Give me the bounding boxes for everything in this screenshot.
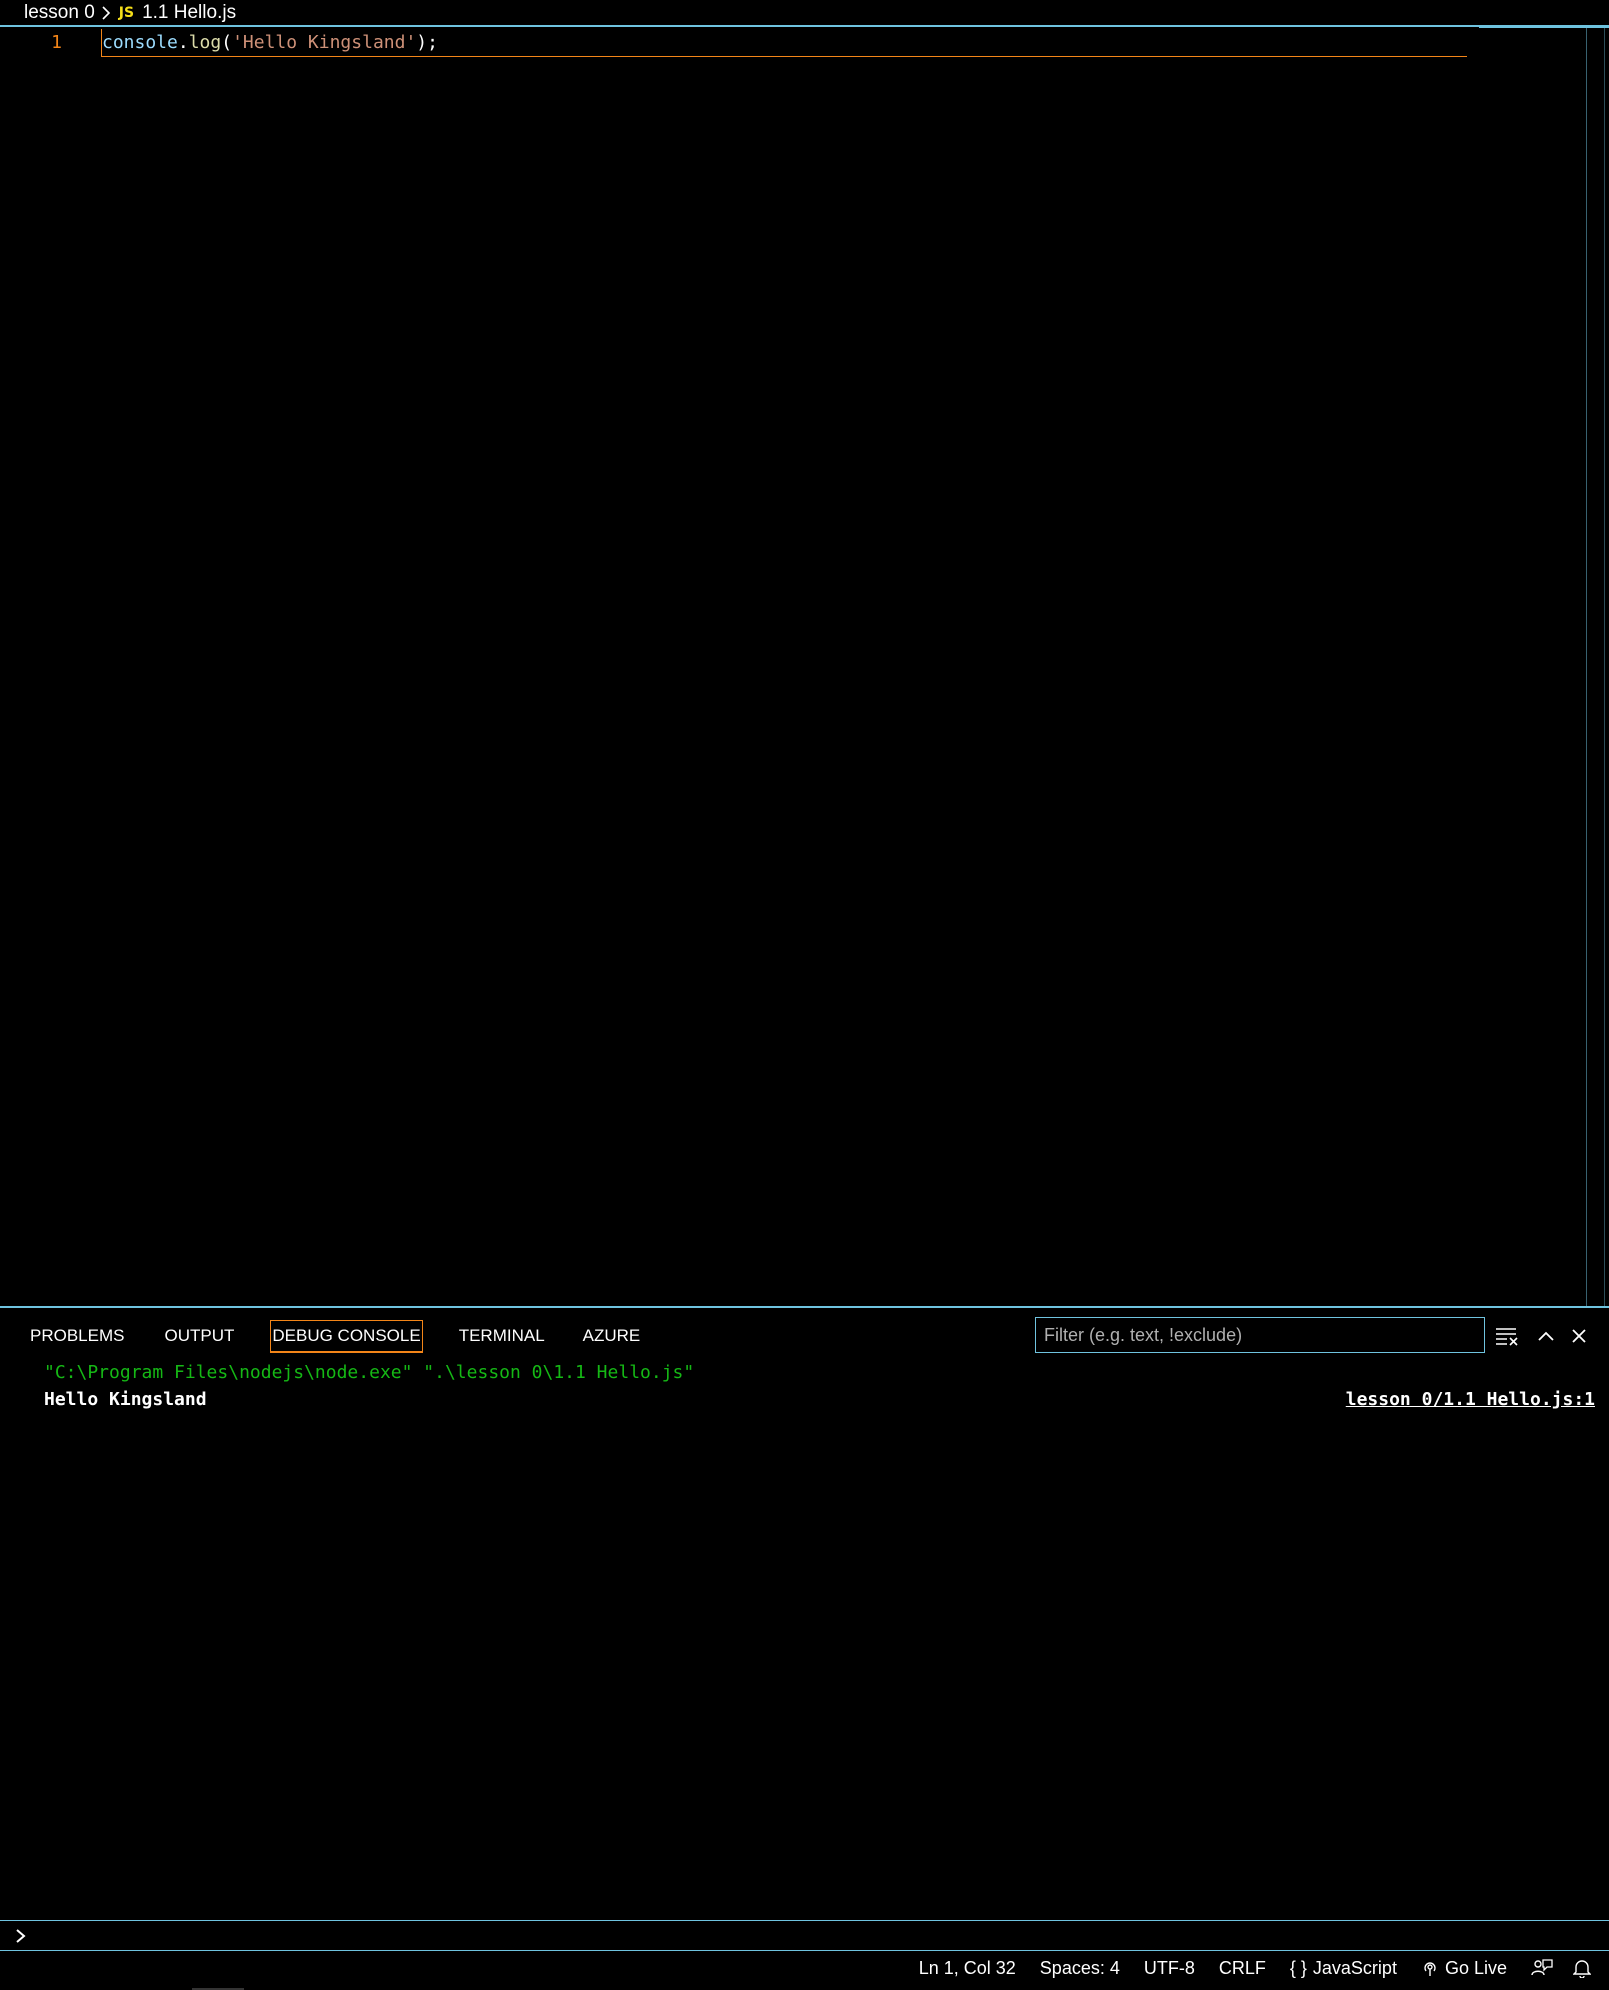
repl-input[interactable] bbox=[44, 1924, 1588, 1952]
status-bar: Ln 1, Col 32 Spaces: 4 UTF-8 CRLF { } Ja… bbox=[0, 1952, 1609, 1990]
code-token-string: 'Hello Kingsland' bbox=[232, 32, 417, 53]
go-live-button[interactable]: Go Live bbox=[1421, 1958, 1507, 1979]
encoding[interactable]: UTF-8 bbox=[1144, 1958, 1195, 1979]
code-editor[interactable] bbox=[0, 27, 1609, 1307]
code-token-object: console bbox=[102, 32, 178, 53]
code-token-function: log bbox=[188, 32, 222, 53]
clear-console-icon[interactable] bbox=[1493, 1322, 1521, 1350]
breadcrumb: lesson 0 JS 1.1 Hello.js bbox=[0, 0, 1609, 27]
console-filter-input[interactable] bbox=[1035, 1317, 1485, 1353]
breadcrumb-file[interactable]: 1.1 Hello.js bbox=[142, 2, 236, 24]
language-mode[interactable]: { } JavaScript bbox=[1290, 1958, 1397, 1979]
cursor-position[interactable]: Ln 1, Col 32 bbox=[919, 1958, 1016, 1979]
line-number: 1 bbox=[51, 32, 62, 53]
breadcrumb-folder[interactable]: lesson 0 bbox=[24, 2, 95, 24]
code-token-open-paren: ( bbox=[221, 32, 233, 53]
panel-tabs: PROBLEMS OUTPUT DEBUG CONSOLE TERMINAL A… bbox=[0, 1312, 642, 1360]
language-label: JavaScript bbox=[1312, 1957, 1397, 1978]
overview-ruler bbox=[1604, 27, 1605, 1307]
code-line-1[interactable]: console.log('Hello Kingsland'); bbox=[102, 30, 438, 56]
console-output-line: Hello Kingsland bbox=[44, 1389, 207, 1410]
code-token-close: ); bbox=[416, 32, 438, 53]
go-live-label: Go Live bbox=[1444, 1957, 1507, 1978]
indentation[interactable]: Spaces: 4 bbox=[1040, 1958, 1120, 1979]
broadcast-icon bbox=[1421, 1959, 1439, 1977]
tab-terminal[interactable]: TERMINAL bbox=[457, 1322, 547, 1350]
end-of-line[interactable]: CRLF bbox=[1219, 1958, 1266, 1979]
code-token-dot: . bbox=[177, 32, 189, 53]
console-source-link[interactable]: lesson 0/1.1 Hello.js:1 bbox=[1346, 1389, 1595, 1410]
tab-problems[interactable]: PROBLEMS bbox=[28, 1322, 126, 1350]
statusbar-top-border bbox=[0, 1950, 1609, 1951]
tab-debug-console[interactable]: DEBUG CONSOLE bbox=[270, 1319, 423, 1353]
chevron-right-prompt-icon bbox=[14, 1926, 34, 1950]
status-bar-right: Ln 1, Col 32 Spaces: 4 UTF-8 CRLF { } Ja… bbox=[919, 1952, 1609, 1984]
console-command-line: "C:\Program Files\nodejs\node.exe" ".\le… bbox=[44, 1362, 695, 1383]
panel-top-border bbox=[0, 1306, 1609, 1308]
editor-scrollbar[interactable] bbox=[1586, 27, 1587, 1307]
tab-azure[interactable]: AZURE bbox=[581, 1322, 643, 1350]
javascript-file-icon: JS bbox=[118, 4, 135, 21]
feedback-icon[interactable] bbox=[1531, 1958, 1553, 1978]
repl-top-border bbox=[0, 1920, 1609, 1921]
bell-icon[interactable] bbox=[1573, 1958, 1591, 1978]
braces-icon: { } bbox=[1289, 1957, 1307, 1978]
tab-output[interactable]: OUTPUT bbox=[162, 1322, 236, 1350]
chevron-up-icon[interactable] bbox=[1532, 1322, 1560, 1350]
chevron-right-icon bbox=[101, 5, 111, 20]
close-icon[interactable] bbox=[1565, 1322, 1593, 1350]
